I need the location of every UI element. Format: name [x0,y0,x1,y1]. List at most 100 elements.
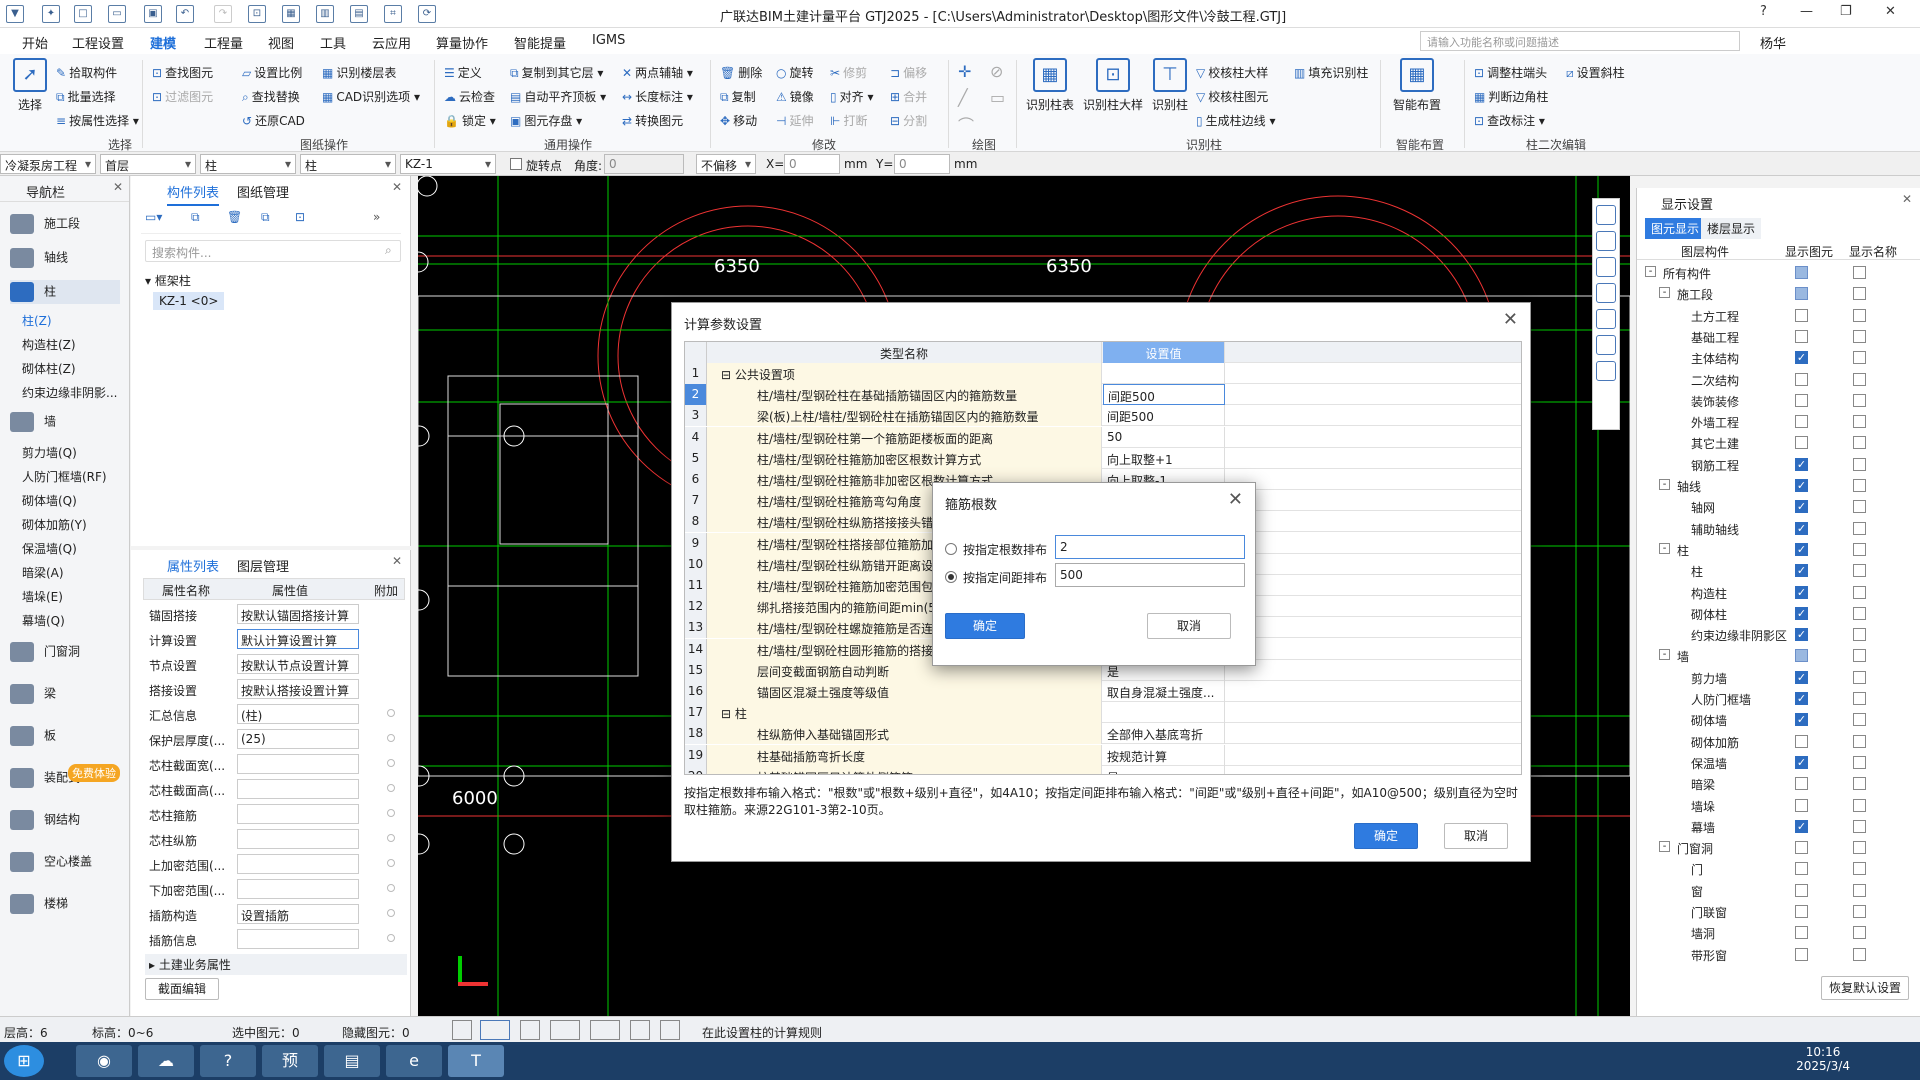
expand-toggle-icon[interactable]: - [1659,841,1670,853]
dialog-close-icon[interactable]: ✕ [1503,309,1518,330]
nav-sub-masonry-column[interactable]: 砌体柱(Z) [22,360,76,377]
show-element-checkbox[interactable] [1795,862,1808,876]
tab-drawing-manage[interactable]: 图纸管理 [237,182,289,201]
show-element-checkbox[interactable] [1795,436,1808,450]
show-element-checkbox[interactable] [1795,329,1808,343]
view-fullscreen-icon[interactable] [1596,309,1616,329]
section-edit-button[interactable]: 截面编辑 [145,978,219,1000]
menu-start[interactable]: 开始 [22,33,48,52]
count-input[interactable]: 2 [1055,535,1245,559]
x-input[interactable]: 0 [784,154,840,174]
show-name-checkbox[interactable] [1853,457,1866,471]
nav-sub-shear-wall[interactable]: 剪力墙(Q) [22,444,77,461]
attr-row-value[interactable]: (25) [237,729,359,749]
free-trial-badge[interactable]: 免费体验 [68,764,120,782]
show-element-checkbox[interactable] [1795,393,1808,407]
show-element-checkbox[interactable]: ✓ [1795,351,1808,365]
attr-row-extra[interactable] [387,909,395,917]
show-element-checkbox[interactable] [1795,798,1808,812]
search-icon[interactable]: ⌕ [385,243,392,258]
nav-sub-column[interactable]: 柱(Z) [22,312,52,329]
attr-row[interactable]: 汇总信息 (柱) [143,702,405,726]
nav-axis[interactable]: 轴线 [10,248,68,268]
grid-row[interactable]: 4 柱/墙柱/型钢砼柱第一个箍筋距楼板面的距离 50 [685,426,1521,448]
check-column-detail-button[interactable]: ▽ 校核柱大样 [1196,64,1268,81]
two-point-axis-button[interactable]: ✕ 两点辅轴 ▾ [622,64,693,81]
attr-group-civil[interactable]: ▸ 土建业务属性 [145,954,407,975]
tree-root[interactable]: ▾ 框架柱 [145,272,191,289]
show-name-checkbox[interactable] [1853,713,1866,727]
break-button[interactable]: ⊩ 打断 [830,112,867,129]
nav-stairs[interactable]: 楼梯 [10,894,68,914]
restore-cad-button[interactable]: ↺ 还原CAD [242,112,305,129]
task-app-1-icon[interactable]: ◉ [76,1045,132,1077]
attr-row-value[interactable]: 按默认锚固搭接计算 [237,604,359,624]
menu-quantities[interactable]: 工程量 [204,33,243,52]
attr-row[interactable]: 下加密范围(... [143,877,405,901]
collapse-icon[interactable]: ⊟ [721,707,735,721]
attr-row-extra[interactable] [387,784,395,792]
layer-copy-icon[interactable]: ⧉ [261,210,270,225]
show-name-checkbox[interactable] [1853,415,1866,429]
component-search-input[interactable]: 搜索构件... [145,240,401,262]
nav-sub-hidden-beam[interactable]: 暗梁(A) [22,564,64,581]
angle-input[interactable]: 0 [604,154,684,174]
show-name-checkbox[interactable] [1853,393,1866,407]
view-note-icon[interactable] [1596,361,1616,381]
pick-component-button[interactable]: ✎ 拾取构件 [56,64,117,81]
fill-identify-column-button[interactable]: ▥ 填充识别柱 [1294,64,1368,81]
start-icon[interactable]: ⊞ [4,1045,44,1077]
show-name-checkbox[interactable] [1853,862,1866,876]
grid-row[interactable]: 1 ⊟ 公共设置项 [685,363,1521,384]
restore-default-button[interactable]: 恢复默认设置 [1821,976,1909,1000]
show-name-checkbox[interactable] [1853,819,1866,833]
dialog-cancel-button[interactable]: 取消 [1444,823,1508,849]
lock-button[interactable]: 🔒 锁定 ▾ [444,112,496,129]
show-name-checkbox[interactable] [1853,628,1866,642]
set-inclined-column-button[interactable]: ⧄ 设置斜柱 [1566,64,1625,81]
snap-icon[interactable] [480,1020,510,1040]
attr-row-value[interactable]: 按默认搭接设置计算 [237,679,359,699]
layer-snap-icon[interactable] [630,1020,650,1040]
set-scale-button[interactable]: ▱ 设置比例 [242,64,302,81]
attr-row[interactable]: 芯柱截面高(... [143,777,405,801]
qat-tool-3-icon[interactable]: ▥ [316,5,334,23]
subdialog-cancel-button[interactable]: 取消 [1147,613,1231,639]
cad-options-button[interactable]: ▦ CAD识别选项 ▾ [322,88,420,105]
show-element-checkbox[interactable]: ✓ [1795,692,1808,705]
auto-align-top-button[interactable]: ▤ 自动平齐顶板 ▾ [510,88,606,105]
task-browser-icon[interactable]: e [386,1045,442,1077]
view-fit-icon[interactable] [1596,335,1616,355]
show-name-checkbox[interactable] [1853,883,1866,897]
qat-tool-6-icon[interactable]: ⟳ [418,5,436,23]
show-element-checkbox[interactable]: ✓ [1795,521,1808,535]
judge-corner-column-button[interactable]: ▦ 判断边角柱 [1474,88,1548,105]
qat-tool-2-icon[interactable]: ▦ [282,5,300,23]
convert-element-button[interactable]: ⇄ 转换图元 [622,112,683,129]
check-column-element-button[interactable]: ▽ 校核柱图元 [1196,88,1268,105]
grid-row-value[interactable]: 取自身混凝土强度... [1103,681,1225,702]
nav-construction-section[interactable]: 施工段 [10,214,80,234]
tab-floor-display[interactable]: 楼层显示 [1701,218,1762,239]
show-name-checkbox[interactable] [1853,521,1866,535]
spacing-input[interactable]: 500 [1055,563,1245,587]
show-element-checkbox[interactable] [1795,266,1808,279]
show-element-checkbox[interactable]: ✓ [1795,670,1808,684]
help-icon[interactable]: ? [1760,4,1767,19]
open-icon[interactable]: ▭ [108,5,126,23]
attr-row-extra[interactable] [387,809,395,817]
show-name-checkbox[interactable] [1853,947,1866,961]
nav-close-icon[interactable]: ✕ [113,180,123,194]
grid-row[interactable]: 20柱基础锚固区只计算外侧箍筋是 [685,765,1521,774]
y-input[interactable]: 0 [894,154,950,174]
attr-row-value[interactable] [237,779,359,799]
show-name-checkbox[interactable] [1853,649,1866,663]
show-name-checkbox[interactable] [1853,564,1866,578]
copy-component-icon[interactable]: ⧉ [191,210,200,225]
menu-collaboration[interactable]: 算量协作 [436,33,488,52]
delete-component-icon[interactable]: 🗑 [227,210,242,224]
menu-smart-extract[interactable]: 智能提量 [514,33,566,52]
arc-draw-icon[interactable]: ⊘ [990,62,1003,81]
show-element-checkbox[interactable] [1795,883,1808,897]
comp-close-icon[interactable]: ✕ [392,180,402,194]
